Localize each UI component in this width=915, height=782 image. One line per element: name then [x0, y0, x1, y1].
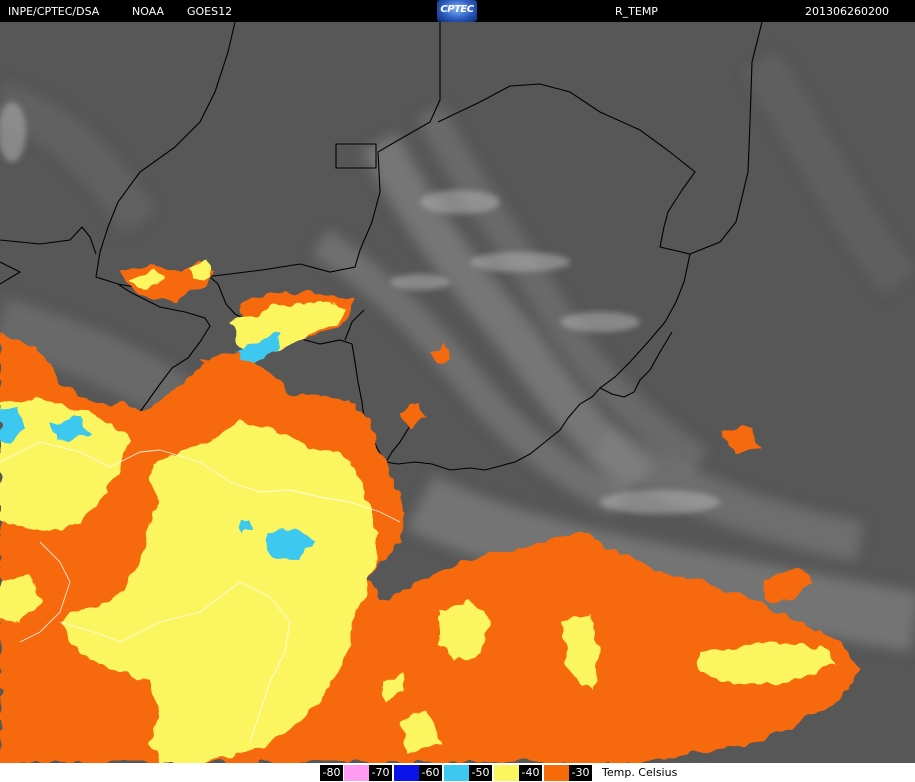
- legend-swatch-30-label: -30: [569, 765, 592, 781]
- header-bar: INPE/CPTEC/DSA NOAA GOES12 CPTEC R_TEMP …: [0, 0, 915, 22]
- legend-color-block: [544, 765, 569, 781]
- legend-label: -70: [371, 766, 390, 779]
- legend-label: -30: [571, 766, 590, 779]
- satellite-label: GOES12: [187, 5, 233, 18]
- timestamp-label: 201306260200: [805, 5, 889, 18]
- legend-label: -60: [421, 766, 440, 779]
- legend-color-block: [394, 765, 419, 781]
- legend-swatch-40-label: -40: [519, 765, 542, 781]
- legend-label: -40: [521, 766, 540, 779]
- legend-label: -50: [471, 766, 490, 779]
- legend-color-block: [444, 765, 469, 781]
- satellite-image: [0, 22, 915, 763]
- legend-swatch-50-label: -50: [469, 765, 492, 781]
- legend-unit-label: Temp. Celsius: [602, 766, 678, 779]
- legend-color-block: [494, 765, 519, 781]
- agency-label: INPE/CPTEC/DSA: [8, 5, 100, 18]
- legend-color-block: [344, 765, 369, 781]
- legend-label: -80: [322, 766, 341, 779]
- product-label: R_TEMP: [615, 5, 658, 18]
- legend-swatch-70-label: -70: [369, 765, 392, 781]
- legend-swatch-80: -80: [320, 765, 343, 781]
- color-legend: -80 -70 -60 -50 -40 -30 Temp. Celsius: [0, 763, 915, 782]
- provider-label: NOAA: [132, 5, 165, 18]
- cptec-logo: CPTEC: [437, 0, 477, 22]
- legend-swatch-60-label: -60: [419, 765, 442, 781]
